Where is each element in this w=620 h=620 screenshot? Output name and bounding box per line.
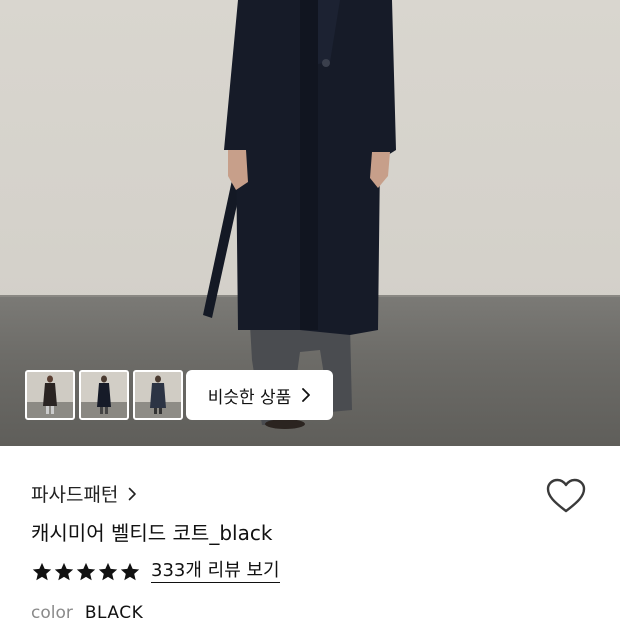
brand-link[interactable]: 파사드패턴 xyxy=(31,480,137,507)
star-filled-icon xyxy=(54,562,74,580)
color-option-row: color BLACK xyxy=(31,603,143,620)
product-main-image[interactable]: 비슷한 상품 xyxy=(0,0,620,446)
thumbnail-strip xyxy=(25,370,183,420)
star-filled-icon xyxy=(98,562,118,580)
review-link[interactable]: 333개 리뷰 보기 xyxy=(151,560,280,583)
color-label: color xyxy=(31,603,73,620)
star-filled-icon xyxy=(32,562,52,580)
brand-name: 파사드패턴 xyxy=(31,484,119,506)
similar-products-button[interactable]: 비슷한 상품 xyxy=(186,370,333,420)
star-rating xyxy=(31,561,141,583)
star-filled-icon xyxy=(120,562,140,580)
thumbnail-3[interactable] xyxy=(133,370,183,420)
similar-products-label: 비슷한 상품 xyxy=(207,387,292,408)
product-title: 캐시미어 벨티드 코트_black xyxy=(31,521,273,545)
thumbnail-1[interactable] xyxy=(25,370,75,420)
chevron-right-icon xyxy=(129,487,137,500)
heart-outline-icon[interactable] xyxy=(546,478,586,514)
rating-row: 333개 리뷰 보기 xyxy=(31,560,280,583)
thumbnail-2[interactable] xyxy=(79,370,129,420)
chevron-right-icon xyxy=(302,388,311,402)
color-value: BLACK xyxy=(84,603,144,620)
star-filled-icon xyxy=(76,562,96,580)
